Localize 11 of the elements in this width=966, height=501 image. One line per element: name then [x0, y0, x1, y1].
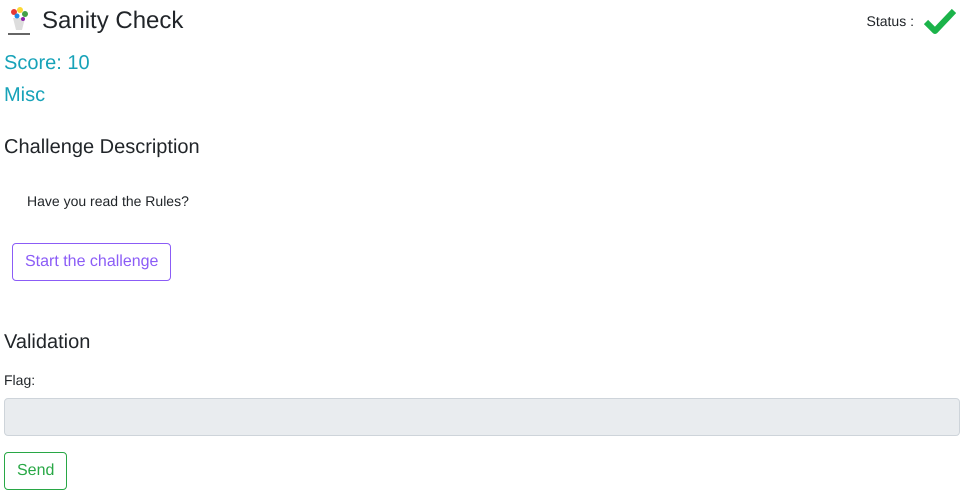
- section-heading: Validation: [4, 331, 90, 354]
- challenge-title: Sanity Check: [42, 7, 184, 35]
- logo-icon: [6, 6, 32, 36]
- status-label: Status :: [866, 13, 914, 29]
- section-heading: Challenge Description: [4, 136, 200, 159]
- send-button[interactable]: Send: [4, 452, 68, 490]
- score-text: Score: 10: [4, 52, 90, 75]
- category-text: Misc: [4, 84, 46, 107]
- start-challenge-button[interactable]: Start the challenge: [12, 243, 172, 281]
- flag-label: Flag:: [4, 372, 36, 388]
- challenge-description: Have you read the Rules?: [27, 193, 189, 209]
